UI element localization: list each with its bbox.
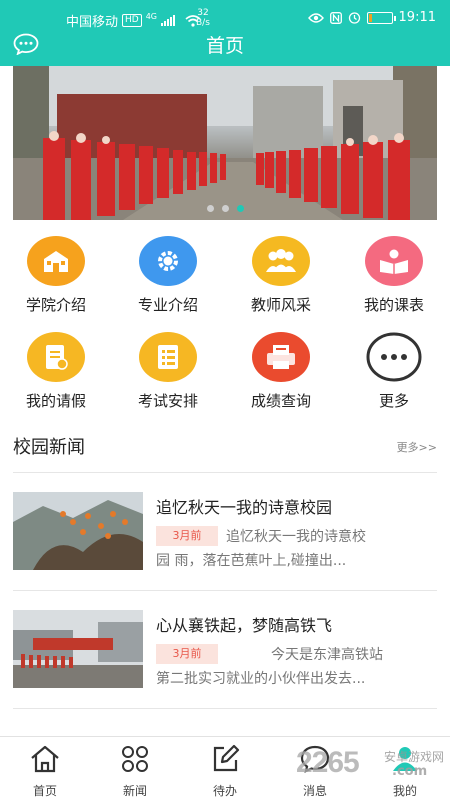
battery-icon bbox=[366, 11, 396, 24]
tab-home[interactable]: 首页 bbox=[0, 737, 90, 800]
quick-link-label: 考试安排 bbox=[137, 392, 198, 410]
watermark-number: 2265 bbox=[296, 746, 360, 779]
gear-icon bbox=[139, 236, 197, 286]
quick-link-college-intro[interactable]: 学院介绍 bbox=[0, 236, 112, 315]
tab-label: 待办 bbox=[212, 784, 237, 798]
time-badge: 3月前 bbox=[156, 526, 218, 546]
quick-link-major-intro[interactable]: 专业介绍 bbox=[112, 236, 224, 315]
speed-unit: B/s bbox=[196, 18, 210, 28]
network-speed: 32 B/s bbox=[196, 8, 210, 28]
carousel-indicator[interactable] bbox=[13, 205, 437, 212]
news-thumbnail bbox=[13, 610, 143, 688]
quick-link-label: 我的请假 bbox=[25, 392, 86, 410]
quick-link-more[interactable]: 更多 bbox=[338, 332, 450, 411]
tab-label: 我的 bbox=[392, 784, 417, 798]
score-printer-icon bbox=[252, 332, 310, 382]
alarm-icon bbox=[348, 12, 360, 24]
quick-link-label: 我的课表 bbox=[363, 296, 424, 314]
quick-link-my-schedule[interactable]: 我的课表 bbox=[338, 236, 450, 315]
quick-link-label: 专业介绍 bbox=[137, 296, 198, 314]
school-building-icon bbox=[27, 236, 85, 286]
news-summary: 追忆秋天一我的诗意校 bbox=[226, 529, 366, 545]
news-item[interactable]: 心从襄铁起，梦随高铁飞 3月前 今天是东津高铁站 第二批实习就业的小伙伴出发去.… bbox=[13, 610, 437, 690]
tab-label: 新闻 bbox=[122, 784, 147, 798]
people-icon bbox=[252, 236, 310, 286]
tab-label: 消息 bbox=[302, 784, 327, 798]
edit-icon bbox=[213, 744, 240, 772]
time-badge: 3月前 bbox=[156, 644, 218, 664]
carousel-dot[interactable] bbox=[221, 205, 229, 212]
leave-form-icon bbox=[27, 332, 85, 382]
carousel-dot[interactable] bbox=[206, 205, 214, 212]
carrier-name: 中国移动 bbox=[66, 15, 119, 30]
news-summary: 第二批实习就业的小伙伴出发去... bbox=[156, 671, 366, 687]
grid-icon bbox=[122, 746, 148, 772]
news-summary: 园 雨，落在芭蕉叶上,碰撞出... bbox=[156, 553, 347, 569]
carousel-dot[interactable] bbox=[236, 205, 244, 212]
news-more-link[interactable]: 更多>> bbox=[397, 439, 437, 455]
tab-todo[interactable]: 待办 bbox=[180, 737, 270, 800]
page-title: 首页 bbox=[205, 35, 244, 57]
exam-list-icon bbox=[139, 332, 197, 382]
section-title: 校园新闻 bbox=[13, 437, 85, 458]
tab-label: 首页 bbox=[32, 784, 57, 798]
quick-link-teachers[interactable]: 教师风采 bbox=[225, 236, 337, 315]
quick-link-score-query[interactable]: 成绩查询 bbox=[225, 332, 337, 411]
status-bar: 中国移动 HD 4G 32 B/s 19:11 bbox=[0, 0, 450, 34]
banner-image bbox=[13, 66, 437, 220]
news-section-header: 校园新闻 更多>> bbox=[13, 430, 437, 460]
quick-link-label: 学院介绍 bbox=[25, 296, 86, 314]
banner-carousel[interactable] bbox=[13, 66, 437, 220]
quick-link-label: 教师风采 bbox=[250, 296, 311, 314]
divider bbox=[13, 708, 437, 709]
carrier-group: 中国移动 HD 4G bbox=[66, 11, 201, 30]
eye-icon bbox=[307, 12, 324, 23]
quick-link-exam-schedule[interactable]: 考试安排 bbox=[112, 332, 224, 411]
quick-link-my-leave[interactable]: 我的请假 bbox=[0, 332, 112, 411]
watermark-suffix: .com bbox=[392, 764, 428, 779]
news-item[interactable]: 追忆秋天一我的诗意校园 3月前 追忆秋天一我的诗意校 园 雨，落在芭蕉叶上,碰撞… bbox=[13, 492, 437, 572]
news-title: 心从襄铁起，梦随高铁飞 bbox=[156, 616, 333, 635]
app-header: 中国移动 HD 4G 32 B/s 19:11 首页 bbox=[0, 0, 450, 66]
hd-badge: HD bbox=[122, 14, 142, 27]
divider bbox=[13, 590, 437, 591]
clock: 19:11 bbox=[398, 10, 436, 25]
status-right: 19:11 bbox=[307, 10, 436, 25]
divider bbox=[13, 472, 437, 473]
speed-value: 32 bbox=[197, 8, 209, 18]
signal-icon bbox=[161, 15, 176, 26]
more-dots-icon bbox=[365, 332, 423, 382]
quick-link-label: 更多 bbox=[378, 392, 409, 410]
book-icon bbox=[365, 236, 423, 286]
network-type: 4G bbox=[145, 12, 158, 21]
home-icon bbox=[31, 745, 59, 773]
watermark-site: 安卓游戏网 bbox=[384, 750, 445, 764]
news-summary: 今天是东津高铁站 bbox=[271, 647, 383, 663]
news-title: 追忆秋天一我的诗意校园 bbox=[156, 498, 333, 517]
news-thumbnail bbox=[13, 492, 143, 570]
nfc-icon bbox=[329, 11, 342, 24]
tab-news[interactable]: 新闻 bbox=[90, 737, 180, 800]
quick-link-label: 成绩查询 bbox=[250, 392, 311, 410]
site-watermark: 2265 安卓游戏网 .com bbox=[296, 744, 450, 784]
